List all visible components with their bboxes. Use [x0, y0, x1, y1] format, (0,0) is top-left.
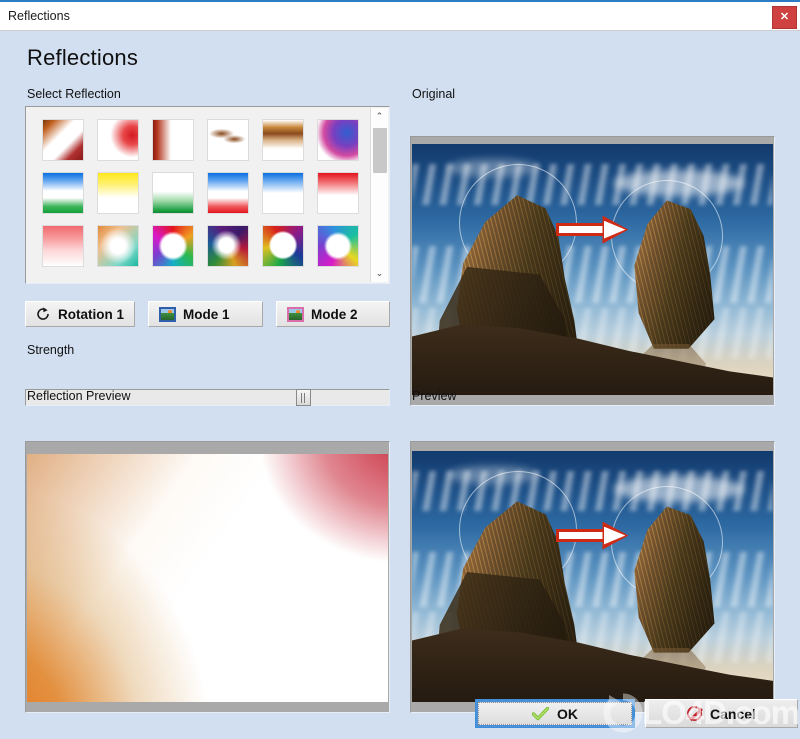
hill-shape [161, 312, 174, 320]
strength-slider-thumb[interactable] [296, 389, 311, 406]
page-title: Reflections [27, 45, 139, 70]
rotation-button[interactable]: Rotation 1 [25, 301, 135, 327]
frame-bottom-bar [412, 395, 773, 405]
reflection-thumbnail-diagonal-brown-white[interactable] [42, 119, 84, 161]
original-image [410, 136, 775, 406]
reflection-thumbnail-red-brown-left-edge[interactable] [152, 119, 194, 161]
reflection-thumbnail-blue-magenta-blob[interactable] [317, 119, 359, 161]
slider-grip [301, 393, 307, 403]
mode2-button[interactable]: Mode 2 [276, 301, 390, 327]
reflection-thumbnail-rainbow-ring-white-center[interactable] [152, 225, 194, 267]
reflection-thumbnail-horizontal-brown-band[interactable] [262, 119, 304, 161]
scroll-down-button[interactable]: ⌄ [371, 265, 388, 282]
ok-button[interactable]: OK [478, 702, 632, 725]
strength-label: Strength [27, 343, 75, 357]
hill-shape [289, 312, 302, 320]
frame-bottom-bar [27, 702, 388, 712]
cancel-button[interactable]: Cancel [645, 699, 798, 728]
scrollbar-thumb[interactable] [373, 128, 387, 173]
reflection-preview-label: Reflection Preview [27, 389, 131, 403]
reflection-preview [25, 441, 390, 713]
mode1-button[interactable]: Mode 1 [148, 301, 263, 327]
reflection-thumbnail-dark-rainbow-blur[interactable] [207, 225, 249, 267]
frame-top-bar [412, 442, 773, 449]
reflection-thumbnail-red-top-white[interactable] [317, 172, 359, 214]
mode2-button-label: Mode 2 [311, 306, 358, 322]
reflection-thumbnail-white-green-bottom[interactable] [152, 172, 194, 214]
reflection-thumbnail-blue-top-white[interactable] [262, 172, 304, 214]
reflection-thumbnail-rainbow-circle-outline[interactable] [262, 225, 304, 267]
dialog-body: Reflections Select Reflection ⌃ ⌄ Rotati… [0, 31, 800, 738]
reflection-list[interactable]: ⌃ ⌄ [25, 106, 390, 284]
deny-icon [687, 706, 703, 721]
reflection-thumbnail-blue-white-green[interactable] [42, 172, 84, 214]
gradient-layer [27, 454, 388, 702]
preview-image [410, 441, 775, 713]
rotation-icon [35, 306, 51, 322]
preview-label: Preview [412, 389, 457, 403]
image-icon [287, 306, 304, 322]
reflection-thumbnail-teal-orange-corners[interactable] [97, 225, 139, 267]
ok-button-focus-ring: OK [475, 699, 635, 728]
reflection-thumbnail-blue-white-red[interactable] [207, 172, 249, 214]
chevron-up-icon: ⌃ [375, 111, 384, 121]
reflection-list-scrollbar[interactable]: ⌃ ⌄ [370, 108, 388, 282]
close-button[interactable]: ✕ [772, 6, 797, 29]
check-icon [531, 706, 550, 721]
reflection-thumbnail-brown-brush-strokes[interactable] [207, 119, 249, 161]
reflection-list-viewport [27, 108, 371, 282]
image-icon [159, 306, 176, 322]
mode1-button-label: Mode 1 [183, 306, 230, 322]
arrow-annotation [556, 215, 629, 244]
reflection-thumbnail-magenta-cyan-ring[interactable] [317, 225, 359, 267]
chevron-down-icon: ⌄ [375, 268, 384, 278]
window-title: Reflections [8, 9, 70, 23]
arrow-annotation [556, 521, 629, 550]
reflection-thumbnail-grid [27, 108, 370, 278]
preview-photo [412, 451, 773, 703]
select-reflection-label: Select Reflection [27, 87, 121, 101]
cancel-button-label: Cancel [710, 705, 756, 722]
reflection-thumbnail-red-fade-down[interactable] [42, 225, 84, 267]
reflection-thumbnail-yellow-top-fade[interactable] [97, 172, 139, 214]
frame-top-bar [27, 442, 388, 449]
title-bar: Reflections ✕ [0, 0, 800, 31]
frame-top-bar [412, 137, 773, 144]
reflection-thumbnail-white-red-corner[interactable] [97, 119, 139, 161]
reflections-dialog: Reflections ✕ Reflections Select Reflect… [0, 0, 800, 738]
ok-button-label: OK [557, 705, 578, 722]
rotation-button-label: Rotation 1 [58, 306, 124, 322]
original-label: Original [412, 87, 456, 101]
scroll-up-button[interactable]: ⌃ [371, 108, 388, 125]
reflection-gradient [27, 454, 388, 702]
arrow-shaft [556, 528, 604, 543]
original-photo [412, 144, 773, 400]
close-icon: ✕ [779, 11, 790, 23]
arrow-shaft [556, 222, 604, 237]
